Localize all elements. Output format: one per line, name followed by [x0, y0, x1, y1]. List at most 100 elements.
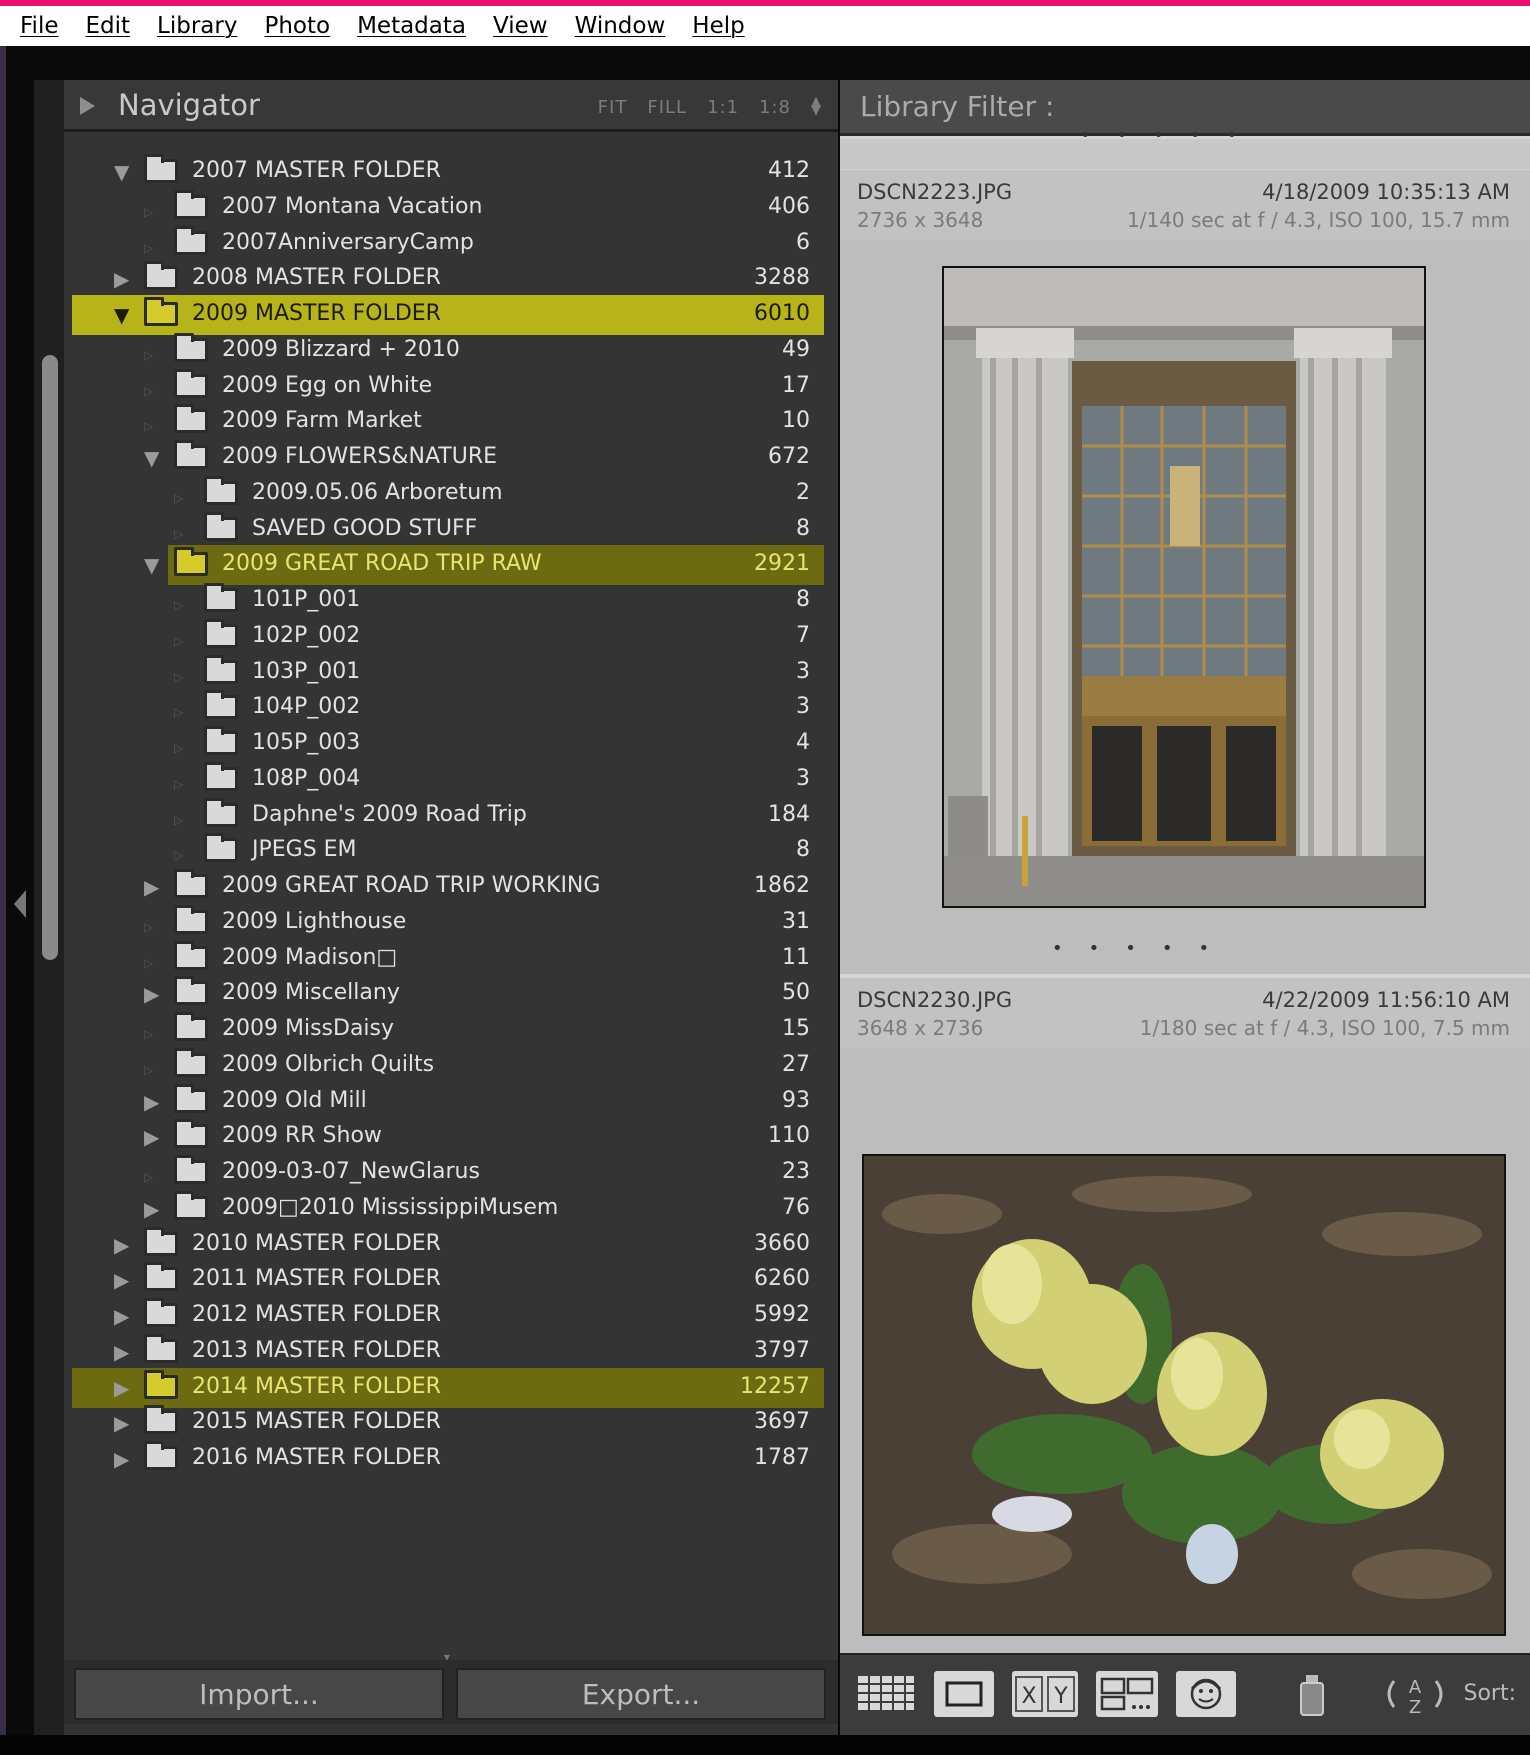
folder-row[interactable]: ▷ 2009 Madison□ 11 — [72, 939, 824, 979]
zoom-fit[interactable]: FIT — [598, 97, 628, 118]
expand-triangle-icon[interactable]: ▶ — [114, 1378, 129, 1398]
menu-help[interactable]: Help — [692, 13, 744, 39]
expand-triangle-icon[interactable]: ▶ — [144, 1199, 159, 1219]
menu-file[interactable]: File — [20, 13, 59, 39]
folder-icon — [174, 905, 208, 934]
sort-label[interactable]: Sort: — [1463, 1681, 1516, 1706]
expand-triangle-icon[interactable]: ▶ — [114, 1270, 129, 1290]
collapse-triangle-icon[interactable]: ▼ — [114, 162, 129, 182]
folder-row[interactable]: ▷ SAVED GOOD STUFF 8 — [72, 510, 824, 550]
folder-row[interactable]: ▶ 2016 MASTER FOLDER 1787 — [72, 1439, 824, 1479]
menu-metadata[interactable]: Metadata — [357, 13, 466, 39]
folder-row[interactable]: ▼ 2007 MASTER FOLDER 412 — [72, 154, 824, 192]
expand-triangle-icon[interactable]: ▶ — [144, 1127, 159, 1147]
folder-row[interactable]: ▶ 2009□2010 MississippiMusem 76 — [72, 1189, 824, 1229]
collapse-triangle-icon[interactable]: ▼ — [144, 555, 159, 575]
folder-count: 3 — [796, 694, 810, 719]
left-panel-scrollbar[interactable] — [42, 355, 58, 960]
menu-view[interactable]: View — [493, 13, 548, 39]
expand-triangle-icon[interactable]: ▶ — [144, 1092, 159, 1112]
sort-a-label: A — [1409, 1677, 1422, 1698]
folder-name: 2009 Olbrich Quilts — [222, 1052, 435, 1077]
folder-row[interactable]: ▷ 2009-03-07_NewGlarus 23 — [72, 1153, 824, 1193]
folder-row[interactable]: ▷ 2009.05.06 Arboretum 2 — [72, 474, 824, 514]
folder-row[interactable]: ▼ 2009 FLOWERS&NATURE 672 — [72, 438, 824, 478]
yellow-tulips-photo[interactable] — [862, 1154, 1506, 1636]
expand-triangle-icon[interactable]: ▶ — [114, 1342, 129, 1362]
folder-row[interactable]: ▶ 2015 MASTER FOLDER 3697 — [72, 1403, 824, 1443]
painter-icon[interactable] — [1292, 1671, 1332, 1717]
expand-triangle-icon[interactable]: ▶ — [114, 1306, 129, 1326]
photo-cell-header: DSCN2230.JPG 3648 x 2736 4/22/2009 11:56… — [840, 978, 1530, 1048]
folder-name: 2007AnniversaryCamp — [222, 230, 474, 255]
folder-row[interactable]: ▷ 2007AnniversaryCamp 6 — [72, 224, 824, 264]
folder-row[interactable]: ▷ 108P_004 3 — [72, 760, 824, 800]
expand-triangle-icon[interactable]: ▶ — [144, 877, 159, 897]
folder-count: 49 — [782, 337, 810, 362]
folder-row[interactable]: ▷ 2009 Lighthouse 31 — [72, 903, 824, 943]
zoom-stepper-icon[interactable]: ▲ ▼ — [811, 95, 822, 118]
rating-dots[interactable]: • • • • • — [1080, 125, 1237, 146]
folder-row[interactable]: ▶ 2009 Miscellany 50 — [72, 974, 824, 1014]
zoom-custom[interactable]: 1:8 — [759, 97, 791, 118]
folder-row[interactable]: ▷ 105P_003 4 — [72, 724, 824, 764]
survey-view-icon[interactable] — [1096, 1671, 1158, 1717]
compare-view-icon[interactable]: X Y — [1012, 1671, 1078, 1717]
collapse-left-panel-icon[interactable] — [14, 890, 26, 918]
menu-edit[interactable]: Edit — [86, 13, 131, 39]
collapse-triangle-icon[interactable]: ▼ — [144, 448, 159, 468]
folder-row[interactable]: ▶ 2011 MASTER FOLDER 6260 — [72, 1260, 824, 1300]
folder-row[interactable]: ▷ 104P_002 3 — [72, 688, 824, 728]
menu-photo[interactable]: Photo — [264, 13, 330, 39]
folder-row[interactable]: ▷ 101P_001 8 — [72, 581, 824, 621]
folder-row[interactable]: ▷ 103P_001 3 — [72, 653, 824, 693]
folder-row[interactable]: ▶ 2009 GREAT ROAD TRIP WORKING 1862 — [72, 867, 824, 907]
folder-row[interactable]: ▶ 2008 MASTER FOLDER 3288 — [72, 259, 824, 299]
folder-icon — [174, 440, 208, 469]
folder-row[interactable]: ▷ JPEGS EM 8 — [72, 831, 824, 871]
folder-row[interactable]: ▷ 2009 MissDaisy 15 — [72, 1010, 824, 1050]
folder-row[interactable]: ▷ Daphne's 2009 Road Trip 184 — [72, 796, 824, 836]
folder-row[interactable]: ▷ 2009 Egg on White 17 — [72, 367, 824, 407]
export-button[interactable]: Export... — [456, 1668, 826, 1720]
folder-row[interactable]: ▷ 102P_002 7 — [72, 617, 824, 657]
expand-triangle-icon[interactable]: ▶ — [144, 984, 159, 1004]
people-view-icon[interactable] — [1176, 1671, 1236, 1717]
sort-direction-icon[interactable]: A Z — [1380, 1671, 1450, 1718]
folder-row[interactable]: ▼ 2009 MASTER FOLDER 6010 — [72, 295, 824, 335]
folder-row[interactable]: ▶ 2010 MASTER FOLDER 3660 — [72, 1225, 824, 1265]
folder-row[interactable]: ▶ 2012 MASTER FOLDER 5992 — [72, 1296, 824, 1336]
expand-triangle-icon[interactable]: ▶ — [114, 269, 129, 289]
zoom-fill[interactable]: FILL — [647, 97, 687, 118]
folder-row[interactable]: ▷ 2009 Olbrich Quilts 27 — [72, 1046, 824, 1086]
menu-window[interactable]: Window — [575, 13, 666, 39]
folder-row[interactable]: ▷ 2009 Blizzard + 2010 49 — [72, 331, 824, 371]
folder-row[interactable]: ▶ 2009 RR Show 110 — [72, 1117, 824, 1157]
folder-row[interactable]: ▷ 2007 Montana Vacation 406 — [72, 188, 824, 228]
expand-triangle-icon[interactable]: ▶ — [114, 1235, 129, 1255]
loupe-view-icon[interactable] — [934, 1671, 994, 1717]
expand-triangle-icon[interactable]: ▶ — [114, 1413, 129, 1433]
folder-count: 7 — [796, 623, 810, 648]
zoom-1-1[interactable]: 1:1 — [707, 97, 739, 118]
photo-cell[interactable]: DSCN2223.JPG 2736 x 3648 4/18/2009 10:35… — [840, 170, 1530, 974]
folder-name: 2009.05.06 Arboretum — [252, 480, 503, 505]
building-entrance-photo[interactable] — [942, 266, 1426, 908]
menu-library[interactable]: Library — [157, 13, 237, 39]
collapse-triangle-icon[interactable]: ▼ — [114, 305, 129, 325]
import-button[interactable]: Import... — [74, 1668, 444, 1720]
folder-row[interactable]: ▶ 2009 Old Mill 93 — [72, 1082, 824, 1122]
folder-row[interactable]: ▶ 2013 MASTER FOLDER 3797 — [72, 1332, 824, 1372]
photo-cell[interactable]: DSCN2230.JPG 3648 x 2736 4/22/2009 11:56… — [840, 978, 1530, 1654]
folder-count: 11 — [782, 945, 810, 970]
navigator-header[interactable]: Navigator FIT FILL 1:1 1:8 ▲ ▼ — [64, 80, 838, 132]
folder-row[interactable]: ▼ 2009 GREAT ROAD TRIP RAW 2921 — [144, 545, 824, 585]
folder-row[interactable]: ▷ 2009 Farm Market 10 — [72, 402, 824, 442]
expand-triangle-icon[interactable] — [80, 97, 95, 115]
photo-date: 4/18/2009 10:35:13 AM — [1262, 180, 1510, 204]
folder-row[interactable]: ▶ 2014 MASTER FOLDER 12257 — [72, 1368, 824, 1408]
rating-dots[interactable]: • • • • • — [1052, 938, 1209, 959]
folder-name: 101P_001 — [252, 587, 361, 612]
expand-triangle-icon[interactable]: ▶ — [114, 1449, 129, 1469]
grid-view-icon[interactable] — [856, 1671, 916, 1717]
